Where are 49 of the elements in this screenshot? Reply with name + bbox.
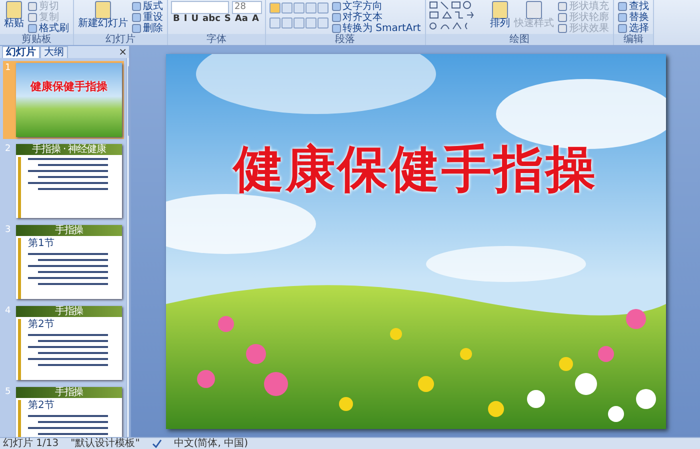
toolbar-button[interactable]: 查找 bbox=[616, 1, 650, 12]
language-label: 中文(简体, 中国) bbox=[174, 438, 248, 449]
slide-counter: 幻灯片 1/13 bbox=[3, 438, 59, 449]
thumbnail-title: 手指操 bbox=[16, 225, 122, 236]
group-label: 绘图 bbox=[426, 34, 613, 45]
group-label: 剪贴板 bbox=[0, 34, 73, 45]
format-button[interactable]: A bbox=[250, 14, 261, 25]
thumbnail-title: 手指操 bbox=[16, 387, 122, 398]
font-size-field[interactable]: 28 bbox=[232, 1, 262, 14]
slide-number: 1 bbox=[5, 63, 12, 75]
toolbar-button[interactable]: 重设 bbox=[131, 12, 164, 23]
pane-tab[interactable]: 大纲 bbox=[40, 46, 68, 58]
toolbar-button[interactable]: 新建幻灯片 bbox=[77, 1, 129, 29]
slide-number: 5 bbox=[5, 387, 12, 399]
thumbnail-title: 手指操 bbox=[16, 306, 122, 317]
font-name-field[interactable] bbox=[171, 1, 229, 14]
toolbar-button[interactable]: 粘贴 bbox=[3, 1, 25, 29]
group-label: 字体 bbox=[168, 34, 264, 45]
slide-title: 健康保健手指操 bbox=[231, 142, 598, 197]
toolbar-button[interactable]: 对齐文本 bbox=[330, 12, 422, 23]
format-button[interactable]: B bbox=[171, 14, 182, 25]
thumbnail-heading: 第2节 bbox=[28, 319, 56, 330]
slide-number: 4 bbox=[5, 306, 12, 318]
format-button[interactable]: Aa bbox=[232, 14, 250, 25]
toolbar-button[interactable]: 版式 bbox=[131, 1, 164, 12]
group-label: 段落 bbox=[266, 34, 425, 45]
slide-number: 2 bbox=[5, 144, 12, 156]
toolbar-button[interactable]: 格式刷 bbox=[27, 23, 70, 34]
toolbar-button[interactable]: 选择 bbox=[616, 23, 650, 34]
format-button[interactable]: S bbox=[222, 14, 233, 25]
format-button[interactable]: U bbox=[189, 14, 201, 25]
thumbnail-title: 健康保健手指操 bbox=[29, 79, 108, 94]
thumbnail-heading: 第2节 bbox=[28, 400, 56, 412]
group-label: 幻灯片 bbox=[74, 34, 167, 45]
pane-tab[interactable]: 幻灯片 bbox=[2, 46, 40, 58]
slide-number: 3 bbox=[5, 225, 12, 237]
toolbar-button[interactable]: 文字方向 bbox=[330, 1, 422, 12]
spellcheck-icon[interactable] bbox=[152, 439, 162, 448]
toolbar-button[interactable]: 替换 bbox=[616, 12, 650, 23]
theme-name: "默认设计模板" bbox=[70, 438, 140, 449]
format-button[interactable]: abc bbox=[200, 14, 222, 25]
format-button[interactable]: I bbox=[182, 14, 190, 25]
thumbnail-heading: 第1节 bbox=[28, 238, 56, 250]
toolbar-button[interactable]: 排列 bbox=[488, 1, 511, 29]
toolbar-button[interactable]: 转换为 SmartArt bbox=[330, 23, 422, 34]
close-button[interactable]: × bbox=[116, 47, 129, 58]
paragraph-tools-drawing[interactable] bbox=[268, 1, 328, 31]
group-label: 编辑 bbox=[614, 34, 653, 45]
toolbar-button[interactable]: 删除 bbox=[131, 23, 164, 34]
